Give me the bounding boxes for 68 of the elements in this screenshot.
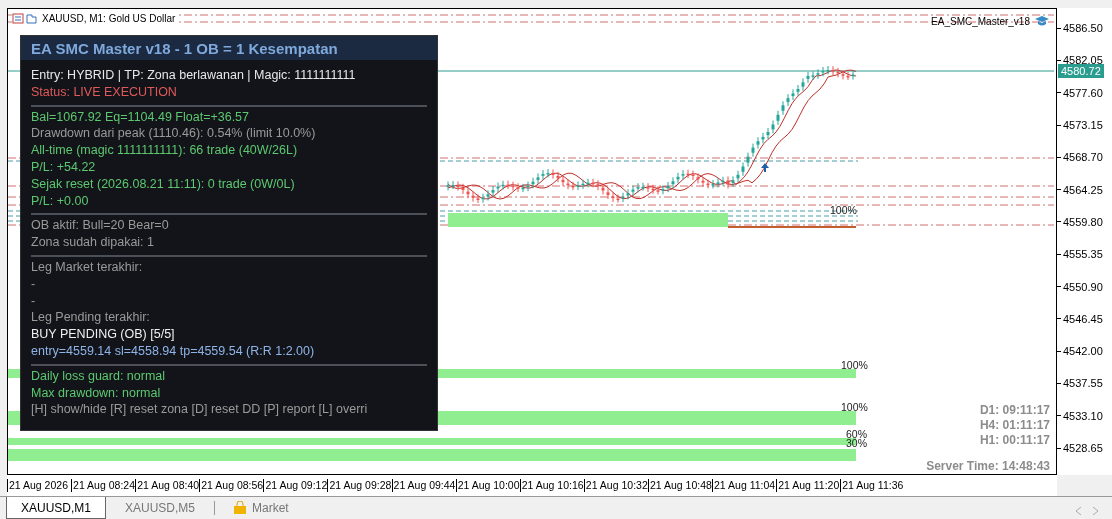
price-label: 4586.50 [1057,12,1112,45]
panel-line: - [31,292,37,310]
time-label: 21 Aug 11:20 [776,479,841,492]
panel-line: OB aktif: Bull=20 Bear=0 [31,217,170,235]
time-label: 21 Aug 10:48 [647,479,713,492]
panel-line: - [31,275,37,293]
time-label: 21 Aug 08:24 [71,479,136,492]
price-label: 4577.60 [1057,76,1112,109]
zone-percent-label: 100% [841,401,868,413]
panel-line: Drawdown dari peak (1110.46): 0.54% (limit 10.0%) [31,125,317,143]
chart-tab[interactable]: XAUUSD,M5 [110,497,211,519]
time-label: 21 Aug 10:00 [455,479,520,492]
panel-line: All-time (magic 1111111111): 66 trade (40W/26L) [31,142,299,159]
time-label: 21 Aug 11:04 [712,479,777,492]
server-time: Server Time: 14:48:43 [926,459,1050,473]
price-label: 4528.65 [1057,431,1112,465]
scroll-left-icon[interactable] [1076,507,1081,515]
zone-percent-label: 100% [830,204,857,216]
panel-line: BUY PENDING (OB) [5/5] [31,326,176,343]
panel-line: Leg Market terakhir: [31,258,144,276]
price-label: 4564.25 [1057,173,1112,206]
price-label: 4573.15 [1057,108,1112,142]
scroll-right-icon[interactable] [1093,507,1098,515]
zone-percent-label: 100% [841,359,868,371]
panel-line: P/L: +54.22 [31,159,97,176]
time-label: 21 Aug 10:16 [519,479,584,492]
candle-timer: H1: 00:11:17 [979,433,1050,448]
chart-tab[interactable]: XAUUSD,M1 [6,497,106,519]
chart-tab[interactable]: Market [219,497,304,519]
zone-percent-label: 60% [846,428,867,440]
panel-line: Entry: HYBRID | TP: Zona berlawanan | Magic: 1111111111 [31,67,357,84]
shopping-bag-icon [234,501,247,514]
zone-percent-label: 30% [846,437,867,449]
panel-line: Sejak reset (2026.08.21 11:11): 0 trade (0W/0L) [31,175,296,193]
expert-name: EA_SMC_Master_v18 [931,15,1030,27]
price-label: 4533.10 [1057,399,1112,432]
panel-line: P/L: +0.00 [31,192,90,210]
panel-title: EA SMC Master v18 - 1 OB = 1 Kesempatan [21,36,437,60]
candle-timer: D1: 09:11:17 [979,403,1050,418]
time-label: 21 Aug 09:12 [263,479,328,492]
time-label: 21 Aug 09:44 [391,479,456,492]
price-label: 4542.00 [1057,334,1112,368]
price-label: 4550.90 [1057,270,1112,303]
time-label: 21 Aug 11:36 [840,479,905,492]
time-label: 21 Aug 2026 [7,479,72,492]
panel-line: Leg Pending terakhir: [31,309,151,327]
time-label: 21 Aug 09:28 [327,479,392,492]
chart-symbol: XAUUSD, M1: Gold US Dollar [42,13,176,24]
panel-line: Status: LIVE EXECUTION [31,83,178,101]
price-label: 4568.70 [1057,141,1112,174]
panel-line: Max drawdown: normal [31,384,162,402]
time-label: 21 Aug 08:40 [135,479,200,492]
time-label: 21 Aug 08:56 [199,479,264,492]
buy-arrow-icon [761,163,769,172]
current-price-tag: 4580.72 [1058,64,1104,78]
price-label: 4537.55 [1057,367,1112,400]
price-label: 4559.80 [1057,205,1112,239]
chart-list-icon [12,13,38,24]
panel-line: entry=4559.14 sl=4558.94 tp=4559.54 (R:R 1:2.00) [31,342,316,360]
panel-line: Daily loss guard: normal [31,367,167,385]
time-label: 21 Aug 10:32 [583,479,648,492]
panel-line: [H] show/hide [R] reset zona [D] reset DD [P] report [L] overri [31,401,369,419]
graduation-cap-icon [1034,15,1050,27]
panel-line: Bal=1067.92 Eq=1104.49 Float=+36.57 [31,108,250,126]
candle-timer: H4: 01:11:17 [979,418,1050,433]
price-label: 4546.45 [1057,302,1112,335]
price-label: 4555.35 [1057,238,1112,271]
panel-line: Zona sudah dipakai: 1 [31,234,155,251]
